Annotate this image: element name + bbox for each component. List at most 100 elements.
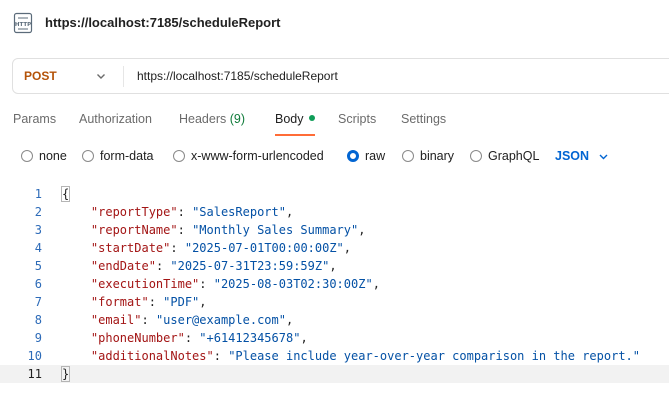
line-number: 11: [27, 367, 42, 381]
json-value: "2025-07-01T00:00:00Z": [184, 241, 344, 255]
json-key: "endDate": [90, 259, 156, 273]
line-number: 2: [34, 205, 42, 219]
radio-label: GraphQL: [488, 149, 540, 163]
json-comma: ,: [199, 295, 207, 309]
json-comma: ,: [343, 241, 352, 255]
line-code: "email": "user@example.com",: [90, 313, 294, 327]
method-select[interactable]: POST: [24, 69, 57, 83]
radio-x-www-form-urlencoded[interactable]: x-www-form-urlencoded: [173, 149, 324, 163]
line-number: 6: [34, 277, 42, 291]
request-title[interactable]: https://localhost:7185/scheduleReport: [45, 15, 281, 30]
line-code: "startDate": "2025-07-01T00:00:00Z",: [90, 241, 352, 255]
line-number: 4: [34, 241, 42, 255]
line-code: {: [60, 185, 71, 203]
json-comma: ,: [285, 313, 294, 327]
line-number: 8: [34, 313, 42, 327]
json-value: "Monthly Sales Summary": [192, 223, 359, 237]
json-comma: ,: [285, 205, 294, 219]
body-indicator-dot: [308, 115, 315, 121]
url-input[interactable]: https://localhost:7185/scheduleReport: [137, 69, 338, 83]
json-key: "email": [90, 313, 142, 327]
radio-none[interactable]: none: [21, 149, 67, 163]
json-value: "user@example.com": [155, 313, 286, 327]
line-number: 5: [34, 259, 42, 273]
tab-settings[interactable]: Settings: [401, 112, 446, 126]
open-brace: {: [60, 186, 71, 202]
json-key: "reportName": [90, 223, 178, 237]
editor-line-current: 11 }: [0, 365, 669, 383]
json-value: "SalesReport": [192, 205, 286, 219]
chevron-down-icon[interactable]: [598, 151, 609, 162]
json-key: "startDate": [90, 241, 171, 255]
line-number: 7: [34, 295, 42, 309]
radio-label: raw: [365, 149, 386, 163]
editor-line: 3 "reportName": "Monthly Sales Summary",: [0, 221, 669, 239]
editor-line: 5 "endDate": "2025-07-31T23:59:59Z",: [0, 257, 669, 275]
tab-authorization[interactable]: Authorization: [79, 112, 152, 126]
json-value: "PDF": [163, 295, 200, 309]
line-number: 3: [34, 223, 42, 237]
format-select[interactable]: JSON: [555, 149, 589, 163]
json-comma: ,: [300, 331, 308, 345]
radio-circle: [173, 150, 185, 162]
json-comma: ,: [329, 259, 337, 273]
editor-line: 10 "additionalNotes": "Please include ye…: [0, 347, 669, 365]
radio-circle: [402, 150, 414, 162]
tab-label: Authorization: [79, 112, 152, 126]
tab-params[interactable]: Params: [13, 112, 56, 126]
chevron-down-icon[interactable]: [95, 70, 107, 82]
radio-binary[interactable]: binary: [402, 149, 454, 163]
json-value: "Please include year-over-year compariso…: [228, 349, 640, 363]
json-key: "format": [90, 295, 149, 309]
line-code: "endDate": "2025-07-31T23:59:59Z",: [90, 259, 337, 273]
tab-label: Headers: [179, 112, 227, 126]
radio-label: form-data: [100, 149, 154, 163]
radio-circle: [21, 150, 33, 162]
close-brace: }: [60, 366, 71, 382]
editor-line: 1 {: [0, 185, 669, 203]
tab-label: Scripts: [338, 112, 377, 126]
editor-line: 6 "executionTime": "2025-08-03T02:30:00Z…: [0, 275, 669, 293]
line-number: 10: [27, 349, 42, 363]
headers-count: (9): [229, 112, 246, 126]
active-tab-underline: [275, 134, 315, 136]
radio-label: x-www-form-urlencoded: [191, 149, 324, 163]
editor-line: 2 "reportType": "SalesReport",: [0, 203, 669, 221]
svg-text:HTTP: HTTP: [15, 22, 31, 28]
url-bar: POST https://localhost:7185/scheduleRepo…: [12, 58, 669, 94]
tab-label: Body: [275, 112, 304, 126]
radio-raw[interactable]: raw: [347, 149, 385, 163]
code-editor[interactable]: 1 { 2 "reportType": "SalesReport", 3 "re…: [0, 183, 669, 400]
line-code: "additionalNotes": "Please include year-…: [90, 349, 640, 363]
json-key: "reportType": [90, 205, 178, 219]
body-type-selector: none form-data x-www-form-urlencoded raw…: [0, 144, 669, 168]
tab-body[interactable]: Body: [275, 112, 315, 126]
json-key: "executionTime": [90, 277, 200, 291]
url-divider: [123, 66, 124, 87]
editor-line: 8 "email": "user@example.com",: [0, 311, 669, 329]
radio-form-data[interactable]: form-data: [82, 149, 154, 163]
line-number: 9: [34, 331, 42, 345]
editor-line: 9 "phoneNumber": "+61412345678",: [0, 329, 669, 347]
editor-line: 4 "startDate": "2025-07-01T00:00:00Z",: [0, 239, 669, 257]
line-code: "reportType": "SalesReport",: [90, 205, 294, 219]
json-comma: ,: [358, 223, 366, 237]
line-number: 1: [34, 187, 42, 201]
request-title-bar: HTTP https://localhost:7185/scheduleRepo…: [0, 0, 669, 48]
radio-label: none: [39, 149, 67, 163]
json-key: "phoneNumber": [90, 331, 185, 345]
radio-graphql[interactable]: GraphQL: [470, 149, 539, 163]
line-code: "reportName": "Monthly Sales Summary",: [90, 223, 366, 237]
request-tabs: Params Authorization Headers (9) Body Sc…: [0, 106, 669, 136]
json-value: "2025-08-03T02:30:00Z": [213, 277, 373, 291]
line-code: "phoneNumber": "+61412345678",: [90, 331, 308, 345]
radio-circle: [347, 150, 359, 162]
line-code: }: [60, 365, 71, 383]
tab-headers[interactable]: Headers (9): [179, 112, 245, 126]
tab-scripts[interactable]: Scripts: [338, 112, 376, 126]
http-file-icon: HTTP: [13, 12, 33, 34]
json-value: "+61412345678": [199, 331, 301, 345]
json-comma: ,: [372, 277, 380, 291]
radio-label: binary: [420, 149, 455, 163]
radio-circle: [82, 150, 94, 162]
